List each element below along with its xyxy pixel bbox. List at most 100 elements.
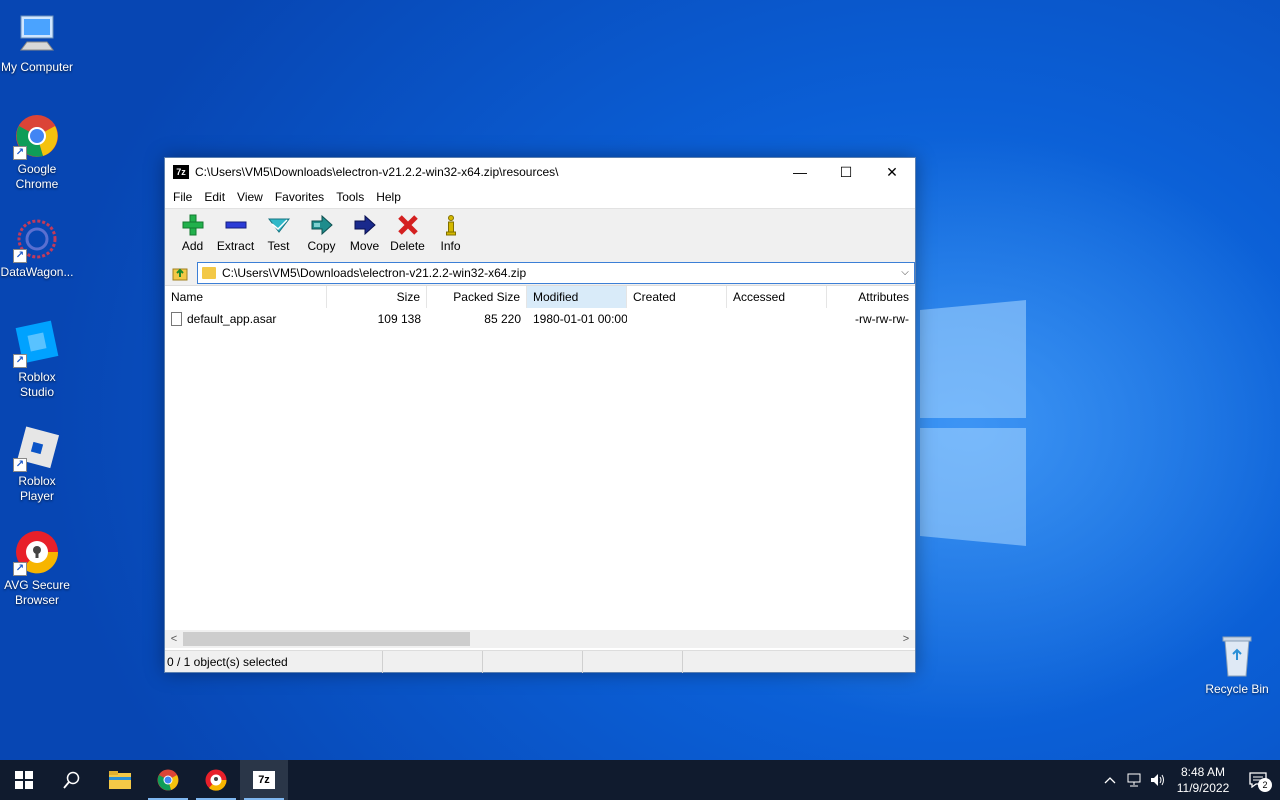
roblox-player-icon: ↗ xyxy=(13,424,61,472)
column-size[interactable]: Size xyxy=(327,286,427,308)
desktop-icon-avg-secure-browser[interactable]: ↗ AVG Secure Browser xyxy=(0,528,74,608)
file-name-cell: default_app.asar xyxy=(165,312,327,327)
notification-center-button[interactable]: 2 xyxy=(1236,760,1280,800)
delete-button[interactable]: Delete xyxy=(386,213,429,253)
menu-favorites[interactable]: Favorites xyxy=(269,190,330,204)
desktop-icon-label: AVG Secure Browser xyxy=(4,578,70,607)
move-button[interactable]: Move xyxy=(343,213,386,253)
add-button[interactable]: Add xyxy=(171,213,214,253)
chrome-icon: ↗ xyxy=(13,112,61,160)
scroll-track[interactable] xyxy=(183,632,897,646)
datawagon-icon: ↗ xyxy=(13,215,61,263)
column-name[interactable]: Name xyxy=(165,286,327,308)
scroll-left-icon[interactable]: < xyxy=(165,633,183,645)
menu-edit[interactable]: Edit xyxy=(198,190,231,204)
status-bar: 0 / 1 object(s) selected xyxy=(165,650,915,673)
minimize-button[interactable]: — xyxy=(777,158,823,186)
delete-icon xyxy=(396,213,420,237)
chevron-down-icon[interactable]: ⌵ xyxy=(896,267,914,278)
address-path: C:\Users\VM5\Downloads\electron-v21.2.2-… xyxy=(222,265,527,280)
title-bar[interactable]: 7z C:\Users\VM5\Downloads\electron-v21.2… xyxy=(165,158,915,186)
taskbar: 7z 8:48 AM 11/9/2022 2 xyxy=(0,760,1280,800)
roblox-studio-icon: ↗ xyxy=(13,320,61,368)
extract-button[interactable]: Extract xyxy=(214,213,257,253)
info-label: Info xyxy=(440,239,461,253)
column-created[interactable]: Created xyxy=(627,286,727,308)
desktop-icon-roblox-player[interactable]: ↗ Roblox Player xyxy=(0,424,74,504)
scroll-right-icon[interactable]: > xyxy=(897,633,915,645)
horizontal-scrollbar[interactable]: < > xyxy=(165,630,915,648)
add-icon xyxy=(181,213,205,237)
file-icon xyxy=(171,312,182,327)
toolbar: Add Extract Test Copy Move Delete Info xyxy=(165,208,915,260)
notification-count-badge: 2 xyxy=(1258,778,1272,792)
up-folder-button[interactable] xyxy=(169,262,193,284)
column-modified[interactable]: Modified xyxy=(527,286,627,308)
computer-icon xyxy=(13,10,61,58)
move-label: Move xyxy=(349,239,380,253)
window-title: C:\Users\VM5\Downloads\electron-v21.2.2-… xyxy=(195,165,559,179)
status-size xyxy=(383,650,483,673)
start-button[interactable] xyxy=(0,760,48,800)
chevron-up-icon[interactable] xyxy=(1098,760,1122,800)
menu-help[interactable]: Help xyxy=(370,190,407,204)
folder-icon xyxy=(202,266,216,279)
taskbar-7zip[interactable]: 7z xyxy=(240,760,288,800)
taskbar-avg-browser[interactable] xyxy=(192,760,240,800)
desktop-icon-label: Google Chrome xyxy=(15,162,59,191)
shortcut-arrow-icon: ↗ xyxy=(13,249,27,263)
desktop-icon-label: Roblox Player xyxy=(18,474,56,503)
clock-time: 8:48 AM xyxy=(1180,765,1226,779)
file-size: 109 138 xyxy=(377,312,421,326)
7zip-app-icon: 7z xyxy=(173,165,189,179)
copy-button[interactable]: Copy xyxy=(300,213,343,253)
status-packed xyxy=(483,650,583,673)
taskbar-clock[interactable]: 8:48 AM 11/9/2022 xyxy=(1170,764,1236,796)
menu-view[interactable]: View xyxy=(231,190,269,204)
desktop-icon-recycle-bin[interactable]: Recycle Bin xyxy=(1200,632,1274,697)
desktop-icon-roblox-studio[interactable]: ↗ Roblox Studio xyxy=(0,320,74,400)
taskbar-chrome[interactable] xyxy=(144,760,192,800)
menu-tools[interactable]: Tools xyxy=(330,190,370,204)
add-label: Add xyxy=(181,239,204,253)
folder-icon xyxy=(109,771,131,789)
test-button[interactable]: Test xyxy=(257,213,300,253)
info-icon xyxy=(439,213,463,237)
address-combobox[interactable]: C:\Users\VM5\Downloads\electron-v21.2.2-… xyxy=(197,261,915,284)
volume-icon[interactable] xyxy=(1146,760,1170,800)
status-selection: 0 / 1 object(s) selected xyxy=(165,650,383,673)
move-icon xyxy=(353,213,377,237)
taskbar-file-explorer[interactable] xyxy=(96,760,144,800)
chrome-icon xyxy=(157,769,179,791)
column-attributes[interactable]: Attributes xyxy=(827,286,915,308)
desktop-icon-my-computer[interactable]: My Computer xyxy=(0,10,74,75)
file-list[interactable]: default_app.asar 109 138 85 220 1980-01-… xyxy=(165,308,915,630)
desktop-icon-label: Recycle Bin xyxy=(1205,682,1269,696)
shortcut-arrow-icon: ↗ xyxy=(13,458,27,472)
close-button[interactable]: ✕ xyxy=(869,158,915,186)
extract-icon xyxy=(224,213,248,237)
menu-bar: File Edit View Favorites Tools Help xyxy=(165,186,915,208)
table-row[interactable]: default_app.asar 109 138 85 220 1980-01-… xyxy=(165,308,915,330)
menu-file[interactable]: File xyxy=(167,190,198,204)
network-icon[interactable] xyxy=(1122,760,1146,800)
maximize-button[interactable]: ☐ xyxy=(823,158,869,186)
windows-start-icon xyxy=(15,771,33,789)
clock-date: 11/9/2022 xyxy=(1176,781,1230,795)
info-button[interactable]: Info xyxy=(429,213,472,253)
extract-label: Extract xyxy=(216,239,255,253)
column-packed-size[interactable]: Packed Size xyxy=(427,286,527,308)
recycle-bin-icon xyxy=(1213,632,1261,680)
avg-browser-icon xyxy=(205,769,227,791)
windows-logo-wallpaper xyxy=(920,300,1026,546)
desktop-icon-datawagon[interactable]: ↗ DataWagon... xyxy=(0,215,74,280)
shortcut-arrow-icon: ↗ xyxy=(13,562,27,576)
test-icon xyxy=(267,213,291,237)
search-button[interactable] xyxy=(48,760,96,800)
column-accessed[interactable]: Accessed xyxy=(727,286,827,308)
scroll-thumb[interactable] xyxy=(183,632,470,646)
up-folder-icon xyxy=(172,268,188,280)
desktop-icon-google-chrome[interactable]: ↗ Google Chrome xyxy=(0,112,74,192)
avg-browser-icon: ↗ xyxy=(13,528,61,576)
shortcut-arrow-icon: ↗ xyxy=(13,146,27,160)
